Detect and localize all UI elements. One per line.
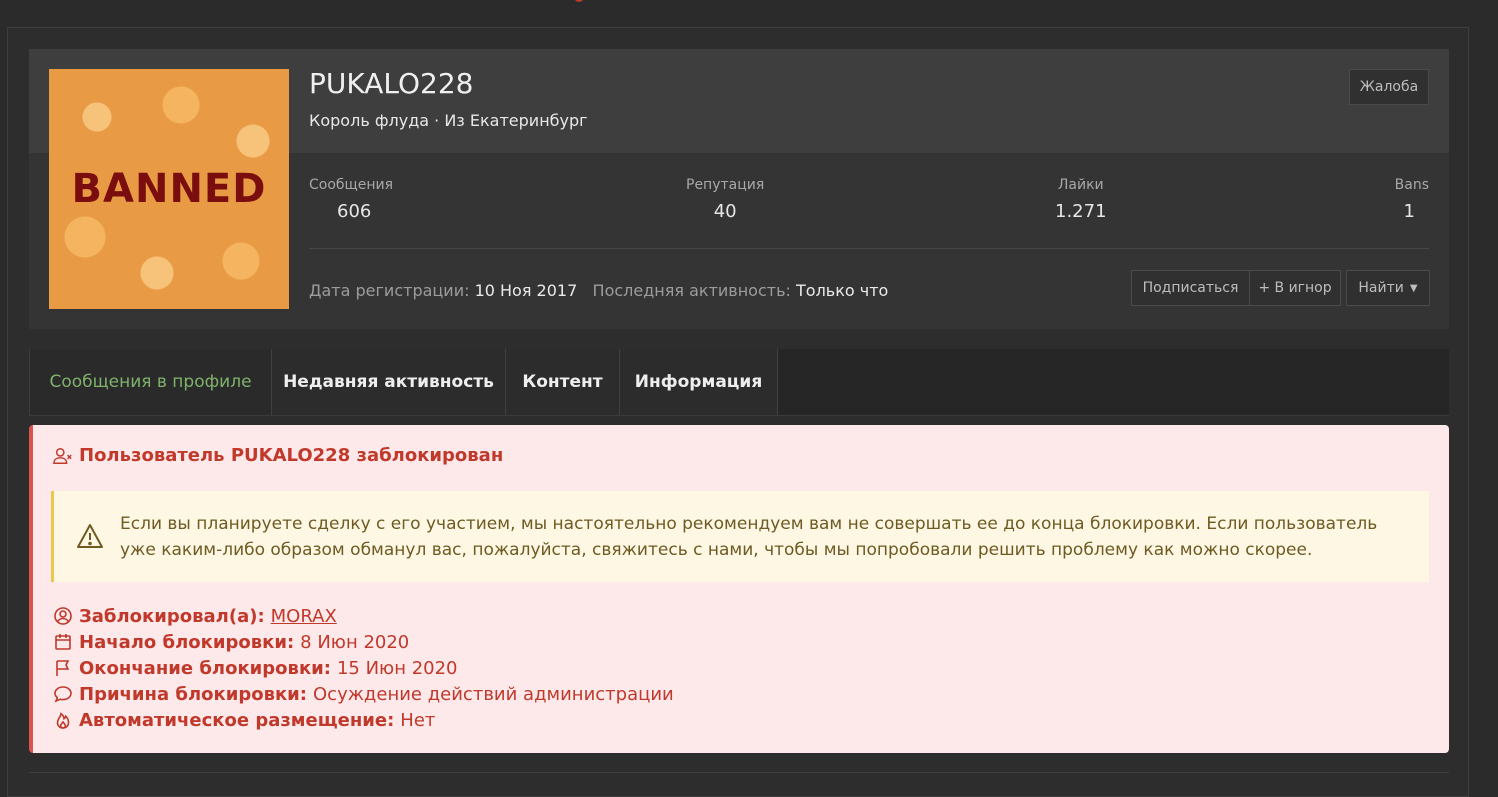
ban-details: Заблокировал(а): MORAX Начало блокировки… (53, 603, 674, 733)
tab-information[interactable]: Информация (620, 349, 778, 415)
ban-value: 8 Июн 2020 (300, 631, 410, 653)
stats-divider (309, 248, 1429, 249)
warning-text: Если вы планируете сделку с его участием… (120, 514, 1378, 560)
last-activity-value: Только что (796, 281, 889, 300)
profile-actions: Подписаться + В игнор Найти ▼ (1131, 270, 1430, 306)
ban-title-text: Пользователь PUKALO228 заблокирован (79, 445, 504, 466)
calendar-icon (53, 632, 73, 652)
find-label: Найти (1358, 280, 1404, 296)
stats-row: Сообщения 606 Репутация 40 Лайки 1.271 B… (309, 177, 1429, 237)
ban-key: Заблокировал(а): (79, 605, 265, 627)
avatar-banned-text: BANNED (71, 166, 267, 212)
stat-bans[interactable]: Bans 1 (1395, 177, 1429, 222)
stat-value: 1 (1403, 201, 1415, 222)
banned-by-link[interactable]: MORAX (271, 606, 337, 627)
ban-row-start: Начало блокировки: 8 Июн 2020 (53, 629, 674, 655)
last-activity-label: Последняя активность: (592, 281, 791, 300)
registered-value: 10 Ноя 2017 (474, 281, 578, 300)
tab-content[interactable]: Контент (506, 349, 620, 415)
stat-likes[interactable]: Лайки 1.271 (1055, 177, 1107, 222)
ban-row-banned-by: Заблокировал(а): MORAX (53, 603, 674, 629)
ban-value: Осуждение действий администрации (313, 683, 674, 705)
ban-key: Причина блокировки: (79, 683, 307, 705)
stat-label: Репутация (686, 177, 765, 193)
ban-notice: Пользователь PUKALO228 заблокирован Если… (29, 425, 1449, 753)
flag-icon (53, 658, 73, 678)
ban-key: Окончание блокировки: (79, 657, 331, 679)
stat-messages[interactable]: Сообщения 606 (309, 177, 393, 222)
registration-meta: Дата регистрации: 10 Ноя 2017 Последняя … (309, 281, 888, 300)
stat-label: Сообщения (309, 177, 394, 193)
subscribe-button[interactable]: Подписаться (1131, 270, 1249, 306)
chevron-down-icon: ▼ (1409, 282, 1418, 294)
stat-value: 606 (337, 201, 372, 222)
comment-icon (53, 684, 73, 704)
stat-value: 1.271 (1055, 201, 1107, 222)
report-button[interactable]: Жалоба (1349, 69, 1429, 105)
warning-triangle-icon (76, 523, 104, 553)
username: PUKALO228 (309, 67, 474, 100)
warning-box: Если вы планируете сделку с его участием… (51, 491, 1429, 582)
tab-recent-activity[interactable]: Недавняя активность (272, 349, 506, 415)
ban-value: Нет (400, 709, 436, 731)
stat-value: 40 (713, 201, 737, 222)
bottom-divider (29, 772, 1449, 773)
ban-row-auto-post: Автоматическое размещение: Нет (53, 707, 674, 733)
ignore-button[interactable]: + В игнор (1249, 270, 1341, 306)
stat-label: Лайки (1057, 177, 1104, 193)
ban-title: Пользователь PUKALO228 заблокирован (53, 445, 503, 466)
avatar[interactable]: BANNED (49, 69, 289, 309)
tab-profile-posts[interactable]: Сообщения в профиле (29, 349, 272, 415)
user-title-line: Король флуда · Из Екатеринбург (309, 111, 588, 130)
user-banned-icon (53, 446, 73, 466)
find-dropdown-button[interactable]: Найти ▼ (1346, 270, 1430, 306)
ban-row-end: Окончание блокировки: 15 Июн 2020 (53, 655, 674, 681)
ban-value: 15 Июн 2020 (336, 657, 458, 679)
ban-row-reason: Причина блокировки: Осуждение действий а… (53, 681, 674, 707)
ban-key: Начало блокировки: (79, 631, 295, 653)
user-circle-icon (53, 606, 73, 626)
ban-key: Автоматическое размещение: (79, 709, 395, 731)
profile-card: BANNED PUKALO228 Король флуда · Из Екате… (29, 49, 1449, 329)
profile-tabs: Сообщения в профиле Недавняя активность … (29, 349, 1449, 416)
stat-label: Bans (1394, 177, 1429, 193)
registered-label: Дата регистрации: (309, 281, 470, 300)
fire-icon (53, 710, 73, 730)
stat-reputation[interactable]: Репутация 40 (686, 177, 764, 222)
notification-dot (574, 0, 584, 2)
